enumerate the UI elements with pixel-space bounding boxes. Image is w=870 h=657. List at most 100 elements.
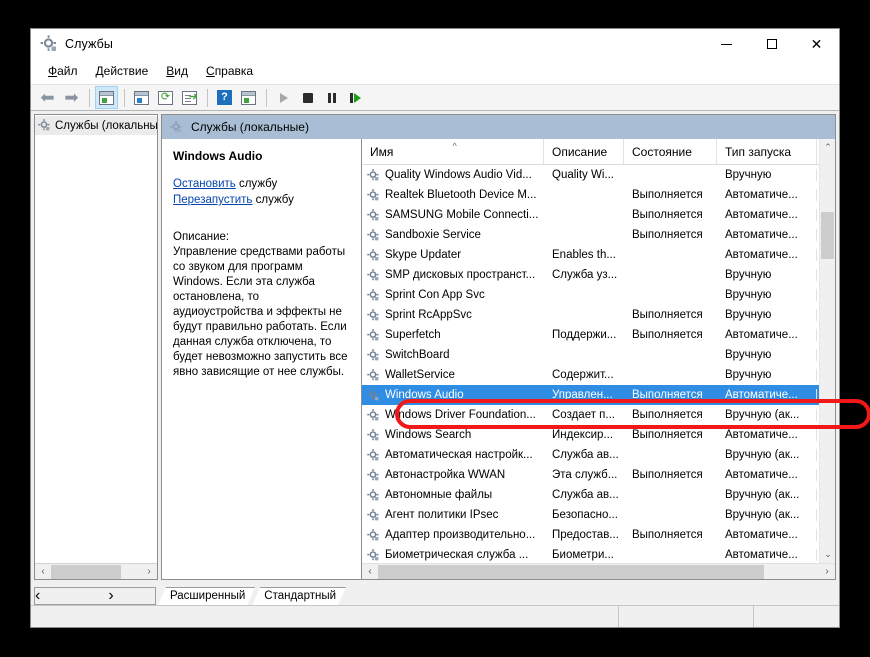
cell-name: Биометрическая служба ... <box>362 548 544 562</box>
help-button[interactable]: ? <box>213 86 236 109</box>
cell-startup: Автоматиче... <box>717 549 817 561</box>
forward-button[interactable]: ➡ <box>60 86 83 109</box>
stop-service-button[interactable] <box>296 86 319 109</box>
main-split: Службы (локальные) ‹ › Службы (локальные… <box>31 111 839 583</box>
cell-description: Биометри... <box>552 549 614 561</box>
tree-pane-scroll-placeholder[interactable]: ‹ › <box>34 587 156 605</box>
table-row[interactable]: Sandboxie Service Выполняется Автоматиче..… <box>362 225 819 245</box>
scroll-right-icon[interactable]: › <box>108 587 113 605</box>
cell-name-label: Sprint Con App Svc <box>385 289 485 301</box>
scroll-thumb[interactable] <box>51 564 121 579</box>
restart-service-link[interactable]: Перезапустить <box>173 194 252 206</box>
pause-service-button[interactable] <box>320 86 343 109</box>
cell-description: Управлен... <box>552 389 613 401</box>
menu-file[interactable]: Файл <box>39 61 87 81</box>
description-label: Описание: <box>173 231 230 243</box>
table-row[interactable]: WalletService Содержит... Вручную <box>362 365 819 385</box>
cell-name: Адаптер производительно... <box>362 528 544 542</box>
scroll-thumb-vertical[interactable] <box>821 212 834 259</box>
table-row[interactable]: Skype Updater Enables th... Автоматиче... <box>362 245 819 265</box>
minimize-button[interactable] <box>704 29 749 59</box>
scroll-thumb-horizontal[interactable] <box>378 564 764 579</box>
table-row[interactable]: SMP дисковых пространст... Служба уз... Вр… <box>362 265 819 285</box>
column-header-name[interactable]: Имя ^ <box>362 139 544 164</box>
export-list-button[interactable]: ➜ <box>178 86 201 109</box>
cell-name: Realtek Bluetooth Device M... <box>362 188 544 202</box>
list-horizontal-scrollbar[interactable]: ‹ › <box>362 563 835 579</box>
properties-button[interactable] <box>130 86 153 109</box>
table-row[interactable]: Windows Driver Foundation... Создает п...… <box>362 405 819 425</box>
table-row[interactable]: Windows Search Индексир... Выполняется Авто… <box>362 425 819 445</box>
table-row[interactable]: Quality Windows Audio Vid... Quality Wi..… <box>362 165 819 185</box>
table-row[interactable]: Sprint RcAppSvc Выполняется Вручную <box>362 305 819 325</box>
gear-icon <box>367 388 380 402</box>
cell-startup: Вручную (ак... <box>717 409 817 421</box>
column-header-state[interactable]: Состояние <box>624 139 717 164</box>
refresh-button[interactable]: ⟳ <box>154 86 177 109</box>
scroll-right-icon[interactable]: › <box>819 564 835 580</box>
close-button[interactable]: ✕ <box>794 29 839 59</box>
scroll-up-icon[interactable]: ⌃ <box>820 139 836 156</box>
table-row[interactable]: SwitchBoard Вручную <box>362 345 819 365</box>
table-row[interactable]: Sprint Con App Svc Вручную <box>362 285 819 305</box>
cell-description: Quality Wi... <box>552 169 614 181</box>
menu-action[interactable]: Действие <box>87 61 158 81</box>
maximize-button[interactable] <box>749 29 794 59</box>
table-row[interactable]: Realtek Bluetooth Device M... Выполняется… <box>362 185 819 205</box>
menu-action-rest: ействие <box>103 64 149 78</box>
view-tabs: ‹ › Расширенный Стандартный <box>31 583 839 605</box>
services-list: Имя ^ Описание Состояние Тип запуска Qua… <box>362 139 819 563</box>
table-row[interactable]: Агент политики IPsec Безопасно... Вручную … <box>362 505 819 525</box>
scroll-track[interactable] <box>51 564 141 580</box>
table-row[interactable]: SAMSUNG Mobile Connecti... Выполняется Авт… <box>362 205 819 225</box>
stop-service-suffix: службу <box>235 178 278 190</box>
sidebar-item-services-local[interactable]: Службы (локальные) <box>35 116 157 135</box>
cell-description: Создает п... <box>552 409 615 421</box>
title-bar: Службы ✕ <box>31 29 839 59</box>
restart-service-button[interactable] <box>344 86 367 109</box>
show-action-pane-button[interactable] <box>237 86 260 109</box>
tab-extended[interactable]: Расширенный <box>158 587 255 605</box>
scroll-right-icon[interactable]: › <box>141 564 157 580</box>
cell-name-label: Skype Updater <box>385 249 462 261</box>
tab-standard-label: Стандартный <box>264 590 337 602</box>
scroll-track-horizontal[interactable] <box>378 564 819 580</box>
cell-name-label: Биометрическая служба ... <box>385 549 529 561</box>
cell-name-label: Автонастройка WWAN <box>385 469 506 481</box>
cell-startup: Автоматиче... <box>717 249 817 261</box>
table-row[interactable]: Автонастройка WWAN Эта служб... Выполняетс… <box>362 465 819 485</box>
scroll-left-icon[interactable]: ‹ <box>362 564 378 580</box>
tree-horizontal-scrollbar[interactable]: ‹ › <box>35 563 157 579</box>
table-row[interactable]: Адаптер производительно... Предостав... Вы… <box>362 525 819 545</box>
back-button[interactable]: ⬅ <box>36 86 59 109</box>
console-tree-pane: Службы (локальные) ‹ › <box>34 114 158 580</box>
table-row[interactable]: Superfetch Поддержи... Выполняется Автомати… <box>362 325 819 345</box>
status-bar <box>31 605 839 627</box>
sidebar-item-label: Службы (локальные) <box>55 119 157 132</box>
scroll-down-icon[interactable]: ⌄ <box>820 546 836 563</box>
menu-help[interactable]: Справка <box>197 61 262 81</box>
cell-description: Служба ав... <box>552 489 619 501</box>
table-row[interactable]: Биометрическая служба ... Биометри... Авто… <box>362 545 819 563</box>
show-hide-tree-button[interactable] <box>95 86 118 109</box>
scroll-left-icon[interactable]: ‹ <box>35 587 40 605</box>
start-service-button[interactable] <box>272 86 295 109</box>
restart-service-action: Перезапустить службу <box>173 193 352 208</box>
stop-service-link[interactable]: Остановить <box>173 178 236 190</box>
cell-name-label: WalletService <box>385 369 455 381</box>
table-row[interactable]: Автоматическая настройк... Служба ав... Вр… <box>362 445 819 465</box>
tab-standard[interactable]: Стандартный <box>252 587 346 605</box>
column-header-startup[interactable]: Тип запуска <box>717 139 817 164</box>
cell-description: Эта служб... <box>552 469 618 481</box>
list-vertical-scrollbar[interactable]: ⌃ ⌄ <box>819 139 835 563</box>
cell-state: Выполняется <box>632 529 703 541</box>
table-row[interactable]: Windows Audio Управлен... Выполняется Автом… <box>362 385 819 405</box>
scroll-track-vertical[interactable] <box>820 156 835 546</box>
cell-name: Агент политики IPsec <box>362 508 544 522</box>
restart-service-suffix: службу <box>252 194 294 206</box>
column-header-description[interactable]: Описание <box>544 139 624 164</box>
scroll-left-icon[interactable]: ‹ <box>35 564 51 580</box>
table-row[interactable]: Автономные файлы Служба ав... Вручную (ак.… <box>362 485 819 505</box>
menu-view[interactable]: Вид <box>157 61 197 81</box>
cell-name-label: Sprint RcAppSvc <box>385 309 472 321</box>
